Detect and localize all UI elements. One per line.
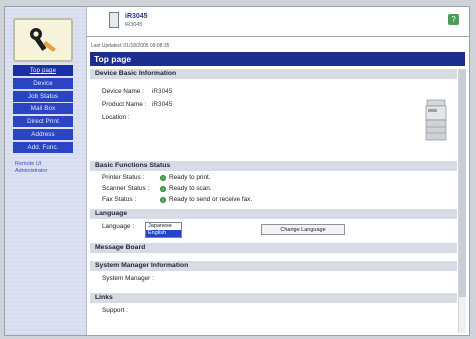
change-language-button[interactable]: Change Language xyxy=(261,224,345,235)
content: Device Basic Information Device Name : i… xyxy=(90,69,457,335)
help-icon[interactable]: ? xyxy=(448,14,459,25)
vertical-scrollbar[interactable] xyxy=(458,69,466,333)
section-device-basic-info: Device Basic Information xyxy=(90,69,457,79)
logo[interactable] xyxy=(13,18,73,62)
device-name-label: Device Name : xyxy=(102,88,144,95)
sidebar-item-job-status[interactable]: Job Status xyxy=(13,90,73,102)
printer-status-label: Printer Status : xyxy=(102,174,145,181)
printer-image-icon xyxy=(425,99,447,141)
message-board-body xyxy=(90,253,457,261)
device-name-value: iR3045 xyxy=(152,88,173,95)
language-body: Language : Japanese English Change Langu… xyxy=(90,219,457,243)
scanner-status-ok-icon xyxy=(160,186,166,192)
fax-status-value: Ready to send or receive fax. xyxy=(169,196,253,203)
sidebar-nav: Top page Device Job Status Mail Box Dire… xyxy=(13,65,73,155)
scanner-status-label: Scanner Status : xyxy=(102,185,150,192)
sidebar-item-address[interactable]: Address xyxy=(13,128,73,140)
language-label: Language : xyxy=(102,223,134,230)
support-label: Support : xyxy=(102,307,128,314)
section-links: Links xyxy=(90,293,457,303)
remote-ui-link[interactable]: Remote UI xyxy=(15,161,79,168)
device-subtitle: iR3045 xyxy=(125,22,143,28)
printer-status-ok-icon xyxy=(160,175,166,181)
sidebar: Top page Device Job Status Mail Box Dire… xyxy=(5,7,87,335)
fax-status-label: Fax Status : xyxy=(102,196,137,203)
browser-frame: Top page Device Job Status Mail Box Dire… xyxy=(4,6,470,336)
sidebar-item-add-func[interactable]: Add. Func. xyxy=(13,141,73,153)
product-name-label: Product Name : xyxy=(102,101,147,108)
system-manager-label: System Manager : xyxy=(102,275,154,282)
sidebar-item-mail-box[interactable]: Mail Box xyxy=(13,103,73,115)
page-title: Top page xyxy=(90,52,465,66)
language-option-japanese[interactable]: Japanese xyxy=(146,223,181,230)
links-body: Support : xyxy=(90,303,457,321)
section-language: Language xyxy=(90,209,457,219)
scrollbar-thumb[interactable] xyxy=(459,69,466,297)
section-system-manager: System Manager Information xyxy=(90,261,457,271)
location-label: Location : xyxy=(102,114,130,121)
language-select[interactable]: Japanese English xyxy=(145,222,182,238)
sidebar-item-direct-print[interactable]: Direct Print xyxy=(13,116,73,128)
device-name: iR3045 xyxy=(125,13,148,20)
last-updated: Last Updated: 01/18/2005 09:08:35 xyxy=(91,43,170,49)
product-name-value: iR3045 xyxy=(152,101,173,108)
scanner-status-value: Ready to scan. xyxy=(169,185,212,192)
administrator-link[interactable]: Administrator xyxy=(15,168,79,175)
device-icon xyxy=(109,12,119,28)
language-option-english[interactable]: English xyxy=(146,230,181,237)
fax-status-ok-icon xyxy=(160,197,166,203)
system-manager-body: System Manager : xyxy=(90,271,457,293)
functions-body: Printer Status : Ready to print. Scanner… xyxy=(90,171,457,209)
printer-status-value: Ready to print. xyxy=(169,174,211,181)
sidebar-item-top-page[interactable]: Top page xyxy=(13,65,73,76)
sidebar-item-device[interactable]: Device xyxy=(13,77,73,89)
main-area: iR3045 iR3045 ? Last Updated: 01/18/2005… xyxy=(87,7,469,335)
section-message-board: Message Board xyxy=(90,243,457,253)
sidebar-extra-links: Remote UI Administrator xyxy=(15,161,79,175)
device-header: iR3045 iR3045 ? xyxy=(87,7,469,37)
basic-info-body: Device Name : iR3045 Product Name : iR30… xyxy=(90,79,457,161)
section-basic-functions: Basic Functions Status xyxy=(90,161,457,171)
wrench-logo-icon xyxy=(30,28,56,52)
